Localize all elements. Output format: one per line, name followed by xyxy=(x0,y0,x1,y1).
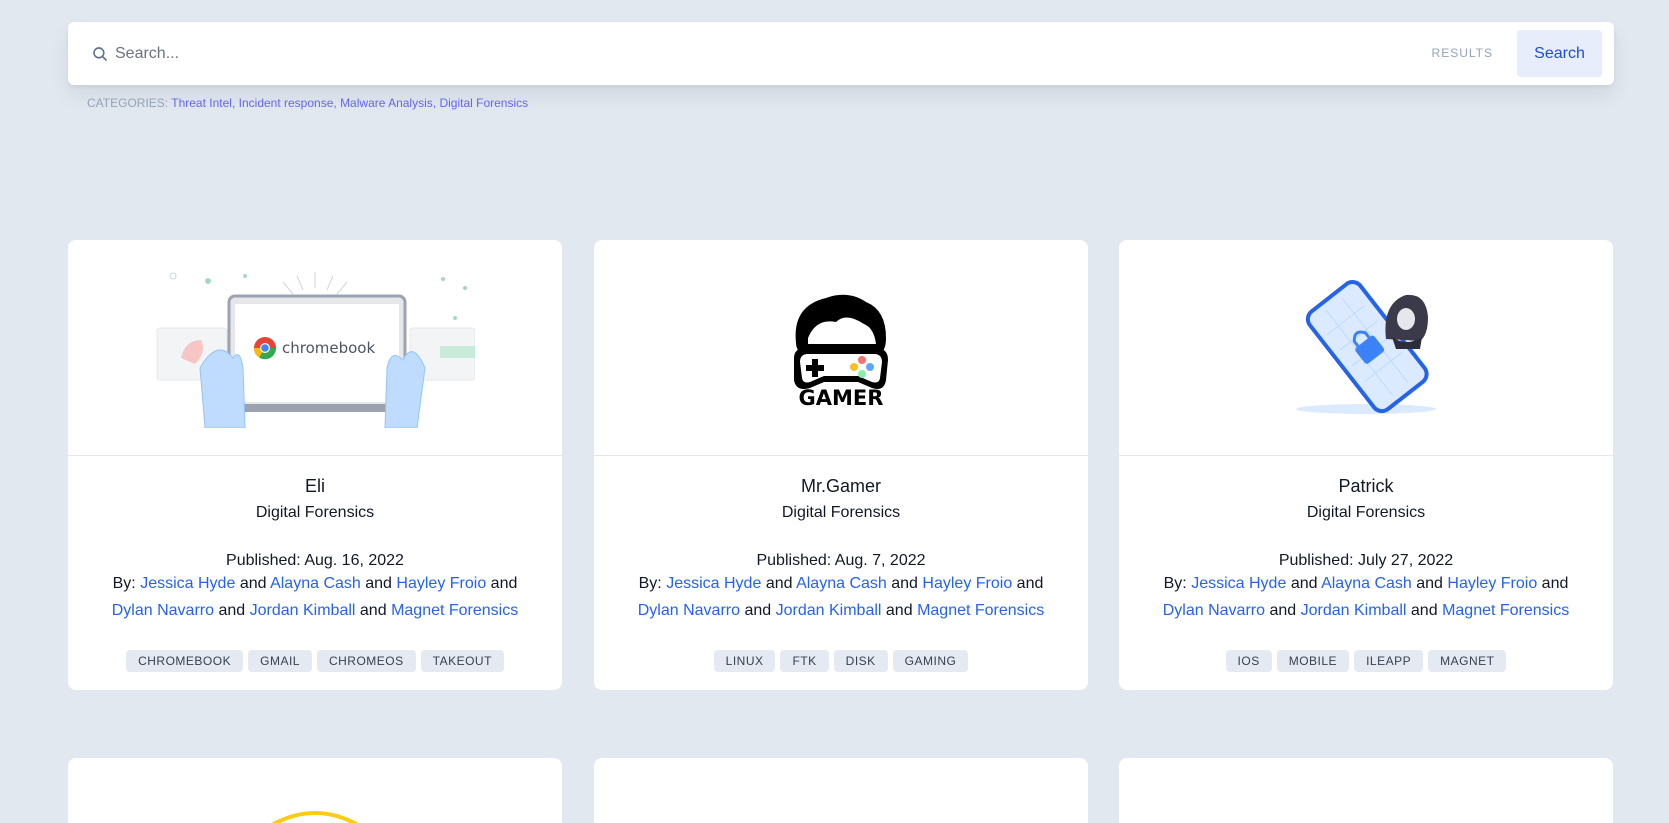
tag-list: LINUX FTK DISK GAMING xyxy=(624,650,1058,690)
author-link[interactable]: Magnet Forensics xyxy=(917,602,1044,619)
search-bar: RESULTS Search xyxy=(68,22,1614,85)
tag[interactable]: CHROMEOS xyxy=(316,650,416,672)
search-input[interactable] xyxy=(115,34,1115,74)
author-link[interactable]: Hayley Froio xyxy=(1447,575,1537,592)
locked-phone-hacker-illustration xyxy=(1296,279,1436,414)
chromebook-illustration: chromebook xyxy=(156,271,475,428)
author-link[interactable]: Jordan Kimball xyxy=(1301,602,1407,619)
tag-list: IOS MOBILE ILEAPP MAGNET xyxy=(1149,650,1583,690)
tag[interactable]: LINUX xyxy=(713,650,776,672)
tag[interactable]: GAMING xyxy=(892,650,969,672)
categories-line: CATEGORIES: Threat Intel, Incident respo… xyxy=(87,96,529,110)
author-link[interactable]: Alayna Cash xyxy=(270,575,361,592)
author-link[interactable]: Jordan Kimball xyxy=(250,602,356,619)
author-link[interactable]: Jessica Hyde xyxy=(140,575,235,592)
gamer-logo: GAMER xyxy=(794,294,888,408)
tag[interactable]: CHROMEBOOK xyxy=(126,650,244,672)
card-image: GAMER xyxy=(594,240,1088,456)
author-link[interactable]: Jessica Hyde xyxy=(666,575,761,592)
tag[interactable]: DISK xyxy=(833,650,888,672)
post-card[interactable]: GAMER Mr.Gamer Digital Forensics Publish… xyxy=(594,240,1088,690)
category-link-digital-forensics[interactable]: Digital Forensics xyxy=(439,96,528,110)
tag[interactable]: TAKEOUT xyxy=(420,650,504,672)
card-category: Digital Forensics xyxy=(781,504,901,521)
author-link[interactable]: Alayna Cash xyxy=(796,575,887,592)
results-label: RESULTS xyxy=(1431,46,1493,60)
tag[interactable]: IOS xyxy=(1225,650,1272,672)
author-link[interactable]: Dylan Navarro xyxy=(638,602,740,619)
category-link-malware-analysis[interactable]: Malware Analysis xyxy=(340,96,433,110)
post-card-partial[interactable] xyxy=(1119,758,1613,823)
author-link[interactable]: Magnet Forensics xyxy=(1442,602,1569,619)
post-card[interactable]: Patrick Digital Forensics Published: Jul… xyxy=(1119,240,1613,690)
card-title[interactable]: Patrick xyxy=(1149,476,1583,497)
card-category: Digital Forensics xyxy=(255,504,375,521)
card-authors: By: Jessica Hyde and Alayna Cash and Hay… xyxy=(111,575,519,619)
author-link[interactable]: Jessica Hyde xyxy=(1191,575,1286,592)
post-card-partial[interactable] xyxy=(594,758,1088,823)
svg-text:GAMER: GAMER xyxy=(799,386,884,408)
author-link[interactable]: Dylan Navarro xyxy=(1163,602,1265,619)
author-link[interactable]: Hayley Froio xyxy=(922,575,1012,592)
svg-text:chromebook: chromebook xyxy=(282,339,375,357)
post-card-partial[interactable] xyxy=(68,758,562,823)
category-link-incident-response[interactable]: Incident response xyxy=(239,96,334,110)
categories-label: CATEGORIES: xyxy=(87,96,169,110)
card-published-date: Published: Aug. 7, 2022 xyxy=(756,552,926,569)
search-button[interactable]: Search xyxy=(1517,30,1602,77)
card-image-partial xyxy=(271,811,359,823)
author-link[interactable]: Dylan Navarro xyxy=(112,602,214,619)
tag[interactable]: MOBILE xyxy=(1276,650,1350,672)
category-link-threat-intel[interactable]: Threat Intel xyxy=(171,96,232,110)
card-title[interactable]: Eli xyxy=(98,476,532,497)
card-image xyxy=(1119,240,1613,456)
author-link[interactable]: Jordan Kimball xyxy=(776,602,882,619)
author-link[interactable]: Magnet Forensics xyxy=(391,602,518,619)
tag[interactable]: MAGNET xyxy=(1428,650,1507,672)
search-icon xyxy=(93,47,107,61)
card-authors: By: Jessica Hyde and Alayna Cash and Hay… xyxy=(1162,575,1570,619)
author-link[interactable]: Hayley Froio xyxy=(396,575,486,592)
card-title[interactable]: Mr.Gamer xyxy=(624,476,1058,497)
tag[interactable]: GMAIL xyxy=(248,650,312,672)
tag[interactable]: ILEAPP xyxy=(1354,650,1424,672)
card-category: Digital Forensics xyxy=(1306,504,1426,521)
card-published-date: Published: Aug. 16, 2022 xyxy=(226,552,404,569)
tag-list: CHROMEBOOK GMAIL CHROMEOS TAKEOUT xyxy=(98,650,532,690)
card-image: chromebook xyxy=(68,240,562,456)
tag[interactable]: FTK xyxy=(780,650,829,672)
card-published-date: Published: July 27, 2022 xyxy=(1278,552,1454,569)
post-card[interactable]: chromebook Eli Digital Forensics Publish… xyxy=(68,240,562,690)
card-authors: By: Jessica Hyde and Alayna Cash and Hay… xyxy=(637,575,1045,619)
author-link[interactable]: Alayna Cash xyxy=(1321,575,1412,592)
